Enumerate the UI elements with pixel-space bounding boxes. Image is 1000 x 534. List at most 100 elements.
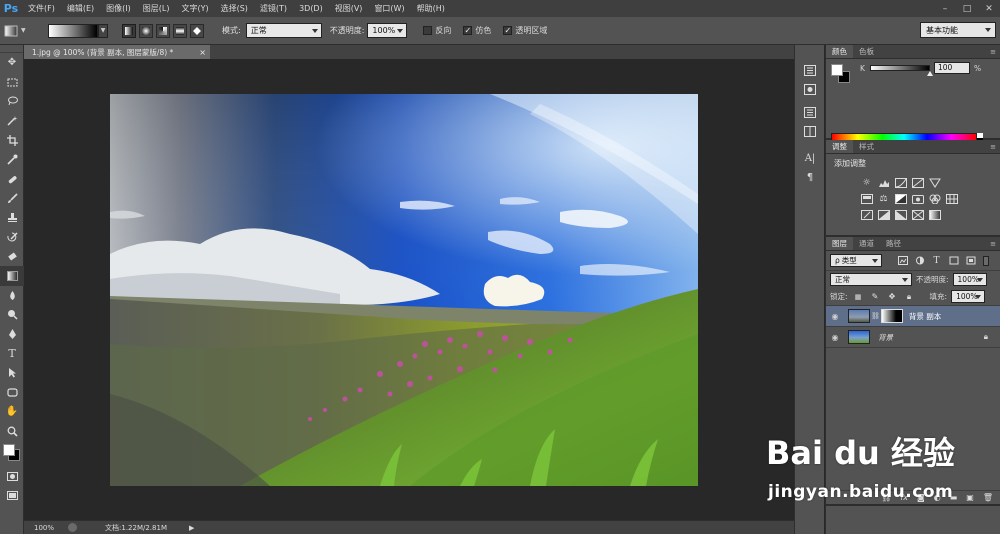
color-balance-icon[interactable]: ⚖ [877, 193, 890, 205]
curves-icon[interactable] [894, 177, 907, 189]
lasso-tool-icon[interactable] [0, 92, 24, 111]
hue-saturation-icon[interactable] [860, 193, 873, 205]
invert-icon[interactable] [860, 209, 873, 221]
document-canvas-image[interactable] [110, 94, 698, 486]
posterize-icon[interactable] [877, 209, 890, 221]
menu-3d[interactable]: 3D(D) [293, 4, 329, 13]
close-icon[interactable]: ✕ [978, 0, 1000, 17]
lock-transparent-icon[interactable]: ▦ [852, 291, 865, 303]
gradient-tool-icon[interactable] [0, 266, 24, 286]
move-tool-icon[interactable]: ✥ [0, 53, 24, 72]
photoshop-logo[interactable]: Ps [0, 0, 22, 17]
link-layers-icon[interactable]: ⛓ [881, 493, 891, 502]
black-white-icon[interactable] [894, 193, 907, 205]
document-tab[interactable]: 1.jpg @ 100% (背景 副本, 图层蒙版/8) * × [24, 45, 210, 59]
zoom-level[interactable]: 100% [34, 524, 54, 532]
panel-menu-icon[interactable]: ≡ [986, 140, 1000, 153]
actions-panel-icon[interactable] [795, 103, 825, 122]
status-info-icon[interactable] [68, 523, 78, 532]
filter-toggle-icon[interactable] [983, 255, 989, 266]
dither-checkbox[interactable]: ✓ 仿色 [463, 25, 491, 36]
filter-smart-object-icon[interactable] [964, 255, 977, 267]
radial-gradient-button[interactable] [139, 23, 153, 38]
blend-mode-select[interactable]: 正常 [830, 273, 912, 286]
transparency-checkbox[interactable]: ✓ 透明区域 [503, 25, 547, 36]
pen-tool-icon[interactable] [0, 324, 24, 343]
mode-select[interactable]: 正常 [245, 23, 322, 38]
delete-layer-icon[interactable]: 🗑︎ [983, 493, 993, 502]
screen-mode-icon[interactable] [0, 486, 24, 505]
filter-type-icon[interactable]: T [930, 255, 943, 267]
chain-link-icon[interactable]: ⛓ [871, 312, 880, 320]
blur-tool-icon[interactable] [0, 286, 24, 305]
magic-wand-tool-icon[interactable] [0, 111, 24, 130]
reflected-gradient-button[interactable] [173, 23, 187, 38]
panel-menu-icon[interactable]: ≡ [986, 237, 1000, 250]
visibility-eye-icon[interactable]: ◉ [826, 333, 844, 342]
tool-preset-picker[interactable]: ▼ [4, 21, 40, 41]
eraser-tool-icon[interactable] [0, 247, 24, 266]
tab-adjustments[interactable]: 调整 [826, 140, 853, 153]
tab-swatches[interactable]: 色板 [853, 45, 880, 58]
layer-opacity-input[interactable]: 100% [952, 273, 987, 286]
hand-tool-icon[interactable]: ✋ [0, 402, 24, 421]
gradient-map-icon[interactable] [911, 209, 924, 221]
properties-panel-icon[interactable] [795, 80, 825, 99]
layer-row-background-copy[interactable]: ◉ ⛓ 背景 副本 [826, 306, 1000, 327]
layer-row-background[interactable]: ◉ 背景 🔒︎ [826, 327, 1000, 348]
add-mask-icon[interactable]: ◙ [917, 493, 925, 502]
diamond-gradient-button[interactable] [190, 23, 204, 38]
levels-icon[interactable] [877, 177, 890, 189]
menu-filter[interactable]: 滤镜(T) [254, 3, 293, 14]
new-layer-icon[interactable]: ▣ [966, 493, 974, 502]
foreground-color-swatch[interactable] [3, 443, 15, 456]
color-lookup-icon[interactable] [945, 193, 958, 205]
exposure-icon[interactable] [911, 177, 924, 189]
clone-stamp-tool-icon[interactable] [0, 208, 24, 227]
type-tool-icon[interactable]: T [0, 344, 24, 363]
channel-mixer-icon[interactable] [928, 193, 941, 205]
tab-styles[interactable]: 样式 [853, 140, 880, 153]
photo-filter-icon[interactable] [911, 193, 924, 205]
healing-brush-tool-icon[interactable] [0, 169, 24, 188]
fill-input[interactable]: 100% [951, 290, 986, 303]
character-panel-icon[interactable]: A| [795, 149, 825, 168]
close-icon[interactable]: × [199, 48, 206, 57]
k-slider-track[interactable] [870, 65, 930, 71]
menu-edit[interactable]: 编辑(E) [61, 3, 100, 14]
opacity-input[interactable]: 100% [367, 23, 408, 38]
menu-help[interactable]: 帮助(H) [411, 3, 451, 14]
tab-channels[interactable]: 通道 [853, 237, 880, 250]
new-adjustment-icon[interactable]: ◐ [934, 493, 941, 502]
dodge-tool-icon[interactable] [0, 305, 24, 324]
vibrance-icon[interactable] [928, 177, 941, 189]
new-group-icon[interactable]: ▬ [950, 493, 958, 502]
crop-tool-icon[interactable] [0, 131, 24, 150]
gradient-picker[interactable] [48, 23, 98, 38]
paragraph-panel-icon[interactable]: ¶ [795, 168, 825, 187]
layer-filter-select[interactable]: ρ 类型 [830, 254, 882, 267]
brightness-contrast-icon[interactable]: ☼ [860, 177, 873, 189]
maximize-icon[interactable]: □ [956, 0, 978, 17]
menu-view[interactable]: 视图(V) [329, 3, 369, 14]
linear-gradient-button[interactable] [122, 23, 136, 38]
menu-type[interactable]: 文字(Y) [175, 3, 214, 14]
path-selection-tool-icon[interactable] [0, 363, 24, 382]
menu-image[interactable]: 图像(I) [100, 3, 137, 14]
status-menu-arrow-icon[interactable]: ▶ [189, 524, 194, 532]
filter-shape-icon[interactable] [947, 255, 960, 267]
threshold-icon[interactable] [894, 209, 907, 221]
tab-paths[interactable]: 路径 [880, 237, 907, 250]
menu-layer[interactable]: 图层(L) [137, 3, 176, 14]
eyedropper-tool-icon[interactable] [0, 150, 24, 169]
panel-foreground-swatch[interactable] [831, 64, 843, 76]
k-value-input[interactable]: 100 [934, 62, 970, 74]
menu-file[interactable]: 文件(F) [22, 3, 61, 14]
panel-menu-icon[interactable]: ≡ [986, 45, 1000, 58]
history-panel-icon[interactable] [795, 61, 825, 80]
gradient-dropdown-button[interactable]: ▼ [98, 23, 108, 38]
quick-mask-icon[interactable] [0, 467, 24, 486]
k-slider-thumb-icon[interactable] [927, 71, 933, 76]
layer-style-icon[interactable]: fx [900, 493, 908, 502]
zoom-tool-icon[interactable] [0, 421, 24, 440]
